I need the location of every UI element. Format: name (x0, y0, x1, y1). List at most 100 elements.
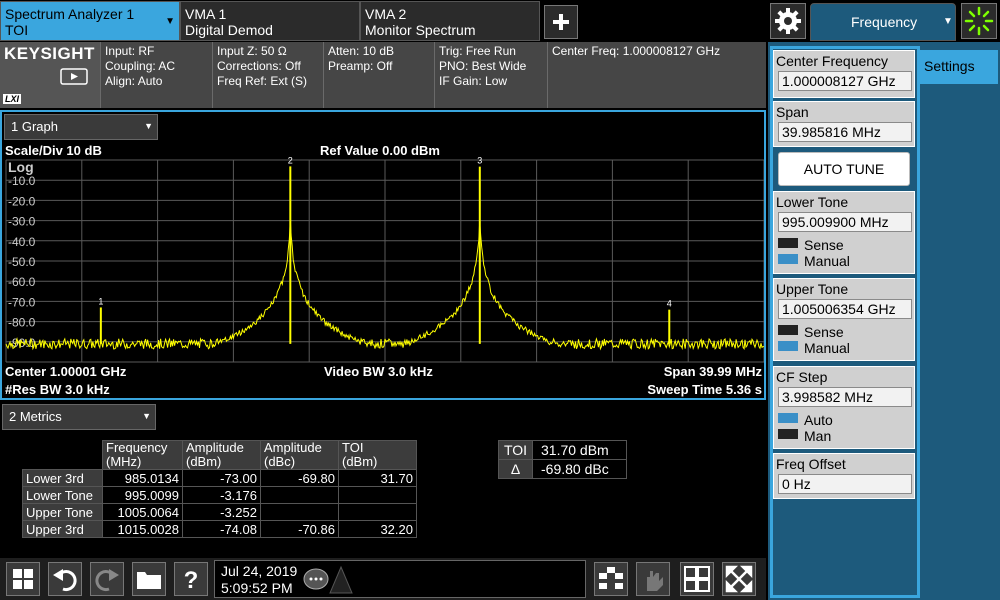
man-toggle[interactable] (778, 429, 798, 439)
summary-value: 31.70 dBm (532, 440, 627, 460)
toi-metrics-table: Frequency (MHz) Amplitude (dBm) Amplitude(… (22, 440, 417, 538)
metrics-view-select[interactable]: 2 Metrics ▼ (2, 404, 156, 430)
local-button[interactable] (961, 3, 997, 39)
screen-icon (60, 68, 88, 85)
menu-selector-frequency[interactable]: Frequency ▼ (810, 3, 956, 41)
toggle-option: Manual (804, 340, 850, 356)
tab-title: VMA 2 (365, 6, 407, 22)
info-trigger: Trig: Free Run PNO: Best Wide IF Gain: L… (434, 42, 547, 108)
summary-label: Δ (498, 459, 533, 479)
settings-info-bar[interactable]: KEYSIGHT LXI Input: RF Coupling: AC Alig… (0, 42, 766, 108)
folder-icon (137, 572, 161, 589)
y-tick-label: -30.0 (8, 215, 36, 229)
lxi-logo: LXI (3, 94, 22, 104)
freq-offset-softkey[interactable]: Freq Offset 0 Hz (773, 453, 915, 499)
table-row: Lower 3rd 985.0134 -73.00 -69.80 31.70 (22, 469, 417, 487)
redo-button[interactable] (90, 562, 124, 596)
softkey-label: Freq Offset (776, 456, 846, 472)
cell-amplitude-dbc: -70.86 (260, 520, 339, 538)
settings-button[interactable] (770, 3, 806, 39)
window-layout-icon (599, 567, 623, 589)
row-label: Upper Tone (22, 503, 103, 521)
table-row: TOI 31.70 dBm (498, 440, 627, 460)
select-value: 1 Graph (11, 119, 58, 134)
multi-window-button[interactable] (680, 562, 714, 596)
y-tick-label: -10.0 (8, 174, 36, 188)
tab-vma-2[interactable]: VMA 2 Monitor Spectrum (360, 1, 540, 41)
softkey-label: Lower Tone (776, 194, 849, 210)
info-text: Coupling: AC (105, 59, 176, 73)
sense-toggle[interactable] (778, 325, 798, 335)
softkey-label: Upper Tone (776, 281, 849, 297)
cell-amplitude-dbm: -73.00 (182, 469, 261, 487)
cell-toi: 31.70 (338, 469, 417, 487)
auto-toggle[interactable] (778, 413, 798, 423)
span-softkey[interactable]: Span 39.985816 MHz (773, 101, 915, 147)
graph-view-select[interactable]: 1 Graph ▼ (4, 114, 158, 140)
info-text: Input Z: 50 Ω (217, 44, 287, 58)
y-tick-label: -70.0 (8, 295, 36, 309)
header-line: Amplitude (186, 440, 244, 455)
upper-tone-field[interactable]: 1.005006354 GHz (778, 299, 912, 319)
info-impedance: Input Z: 50 Ω Corrections: Off Freq Ref:… (212, 42, 323, 108)
cell-frequency: 985.0134 (102, 469, 183, 487)
plus-icon (553, 14, 569, 30)
status-area[interactable]: Jul 24, 2019 5:09:52 PM (214, 560, 586, 598)
message-icon[interactable] (301, 565, 353, 595)
undo-button[interactable] (48, 562, 82, 596)
span-field[interactable]: 39.985816 MHz (778, 122, 912, 142)
cf-step-softkey[interactable]: CF Step 3.998582 MHz Auto Man (773, 366, 915, 449)
summary-value: -69.80 dBc (532, 459, 627, 479)
tab-title: VMA 1 (185, 6, 227, 22)
add-screen-button[interactable] (544, 5, 578, 39)
manual-toggle[interactable] (778, 254, 798, 264)
hand-icon (647, 571, 663, 591)
lower-tone-field[interactable]: 995.009900 MHz (778, 212, 912, 232)
cf-step-field[interactable]: 3.998582 MHz (778, 387, 912, 407)
y-tick-label: -60.0 (8, 275, 36, 289)
header-line: TOI (342, 440, 364, 455)
marker-label[interactable]: 1 (98, 296, 103, 306)
windows-icon (13, 569, 33, 589)
grid-icon (684, 566, 710, 592)
touch-lock-button[interactable] (636, 562, 670, 596)
y-tick-label: -20.0 (8, 194, 36, 208)
lower-tone-softkey[interactable]: Lower Tone 995.009900 MHz Sense Manual (773, 191, 915, 274)
file-button[interactable] (132, 562, 166, 596)
upper-tone-softkey[interactable]: Upper Tone 1.005006354 GHz Sense Manual (773, 278, 915, 361)
info-center-freq: Center Freq: 1.000008127 GHz (547, 42, 766, 108)
marker-label[interactable]: 2 (288, 156, 293, 165)
marker-label[interactable]: 4 (667, 299, 672, 309)
help-button[interactable]: ? (174, 562, 208, 596)
cascade-windows-button[interactable] (594, 562, 628, 596)
windows-button[interactable] (6, 562, 40, 596)
tab-spectrum-analyzer[interactable]: Spectrum Analyzer 1 TOI ▼ (0, 1, 180, 41)
center-frequency-field[interactable]: 1.000008127 GHz (778, 71, 912, 91)
cell-amplitude-dbc: -69.80 (260, 469, 339, 487)
spectrum-graph-window[interactable]: 1 Graph ▼ Scale/Div 10 dB Ref Value 0.00… (0, 110, 766, 400)
marker-label[interactable]: 3 (477, 156, 482, 166)
freq-offset-field[interactable]: 0 Hz (778, 474, 912, 494)
info-text: Input: RF (105, 44, 155, 58)
row-label: Lower Tone (22, 486, 103, 504)
video-bw-label: Video BW 3.0 kHz (324, 364, 433, 379)
cell-frequency: 1005.0064 (102, 503, 183, 521)
spectrum-plot[interactable]: Log-10.0 -20.0 -30.0 -40.0 -50.0 -60.0 -70.0 -8… (2, 156, 764, 366)
cell-amplitude-dbc (260, 503, 339, 521)
tab-subtitle: Digital Demod (185, 22, 273, 38)
tab-vma-1[interactable]: VMA 1 Digital Demod (180, 1, 360, 41)
sense-toggle[interactable] (778, 238, 798, 248)
log-scale-label: Log (8, 159, 34, 175)
manual-toggle[interactable] (778, 341, 798, 351)
gear-icon (775, 8, 801, 34)
y-tick-label: -40.0 (8, 235, 36, 249)
span-label: Span 39.99 MHz (663, 364, 762, 379)
center-frequency-softkey[interactable]: Center Frequency 1.000008127 GHz (773, 50, 915, 98)
full-screen-button[interactable] (722, 562, 756, 596)
auto-tune-button[interactable]: AUTO TUNE (778, 152, 910, 186)
tab-settings[interactable]: Settings (918, 50, 998, 84)
column-header: Amplitude (dBm) (182, 440, 261, 470)
header-line: (dBm) (342, 454, 378, 469)
table-row: Lower Tone 995.0099 -3.176 (22, 486, 417, 504)
spark-icon (964, 6, 994, 36)
